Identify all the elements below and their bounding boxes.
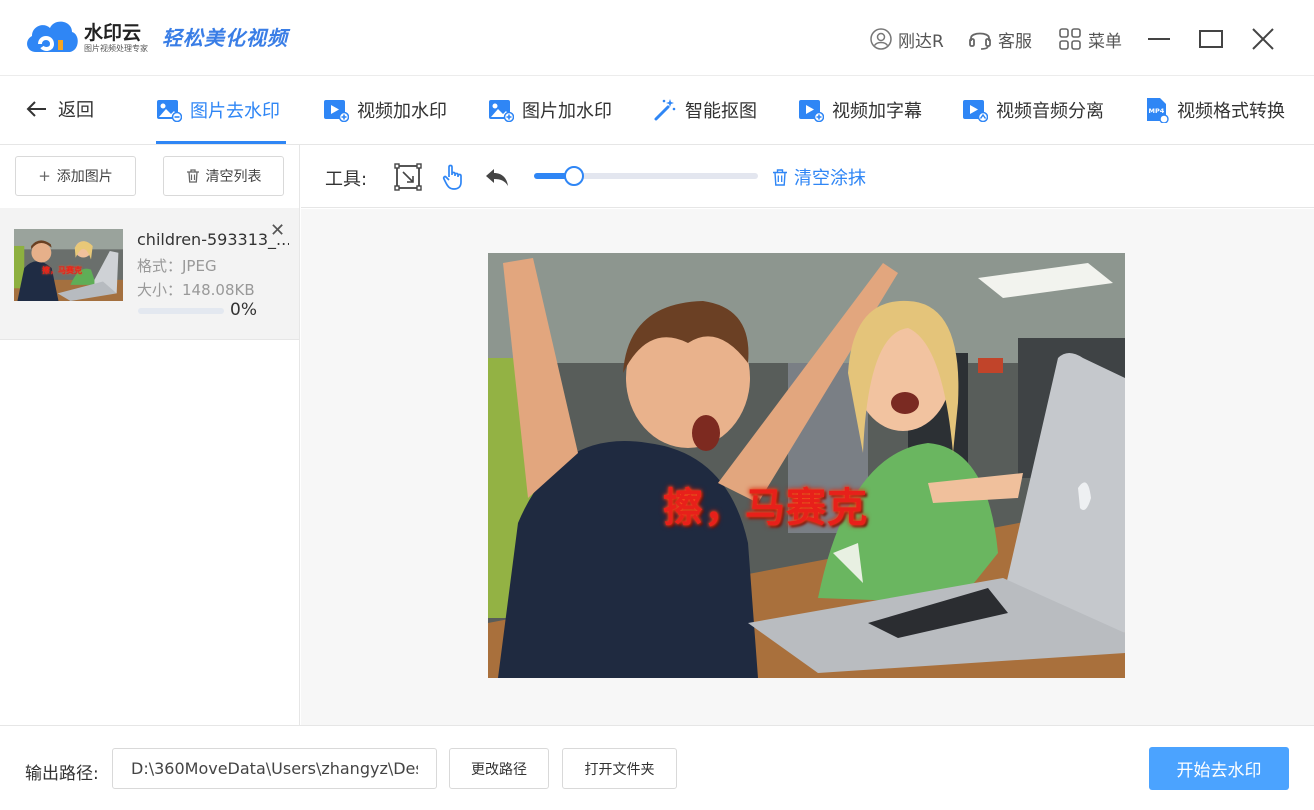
tab-label: 图片去水印 [190, 101, 280, 122]
file-format: 格式：JPEG [137, 257, 217, 275]
video-subtitle-icon [799, 100, 824, 122]
remove-file-icon[interactable]: ✕ [270, 220, 285, 241]
back-button[interactable]: 返回 [26, 96, 94, 122]
file-progress-text: 0% [230, 300, 257, 320]
tab-label: 图片加水印 [522, 101, 612, 122]
tab-label: 视频音频分离 [996, 101, 1104, 122]
active-tab-indicator [156, 141, 286, 144]
clear-list-label: 清空列表 [205, 169, 262, 185]
user-icon [870, 28, 892, 50]
trash-icon [186, 169, 199, 183]
tab-image-remove-watermark[interactable]: 图片去水印 [156, 96, 280, 124]
close-icon[interactable] [1248, 24, 1278, 54]
selection-box-icon[interactable] [394, 163, 422, 191]
file-thumbnail: 擦，马赛克 [14, 229, 123, 301]
tab-label: 视频加水印 [357, 101, 447, 122]
file-list-panel: + 添加图片 清空列表 擦，马赛克 children-593313_... 格式… [0, 145, 300, 725]
output-bar: 输出路径: 更改路径 打开文件夹 开始去水印 [0, 725, 1314, 810]
tab-video-format-convert[interactable]: MP4 视频格式转换 [1145, 96, 1285, 124]
image-remove-icon [157, 100, 182, 122]
minimize-icon[interactable] [1144, 24, 1174, 54]
feature-tab-bar: 返回 图片去水印 视频加水印 图片加水印 智能抠图 视频加字幕 视频音频分离 M… [0, 76, 1314, 145]
mp4-file-icon: MP4 [1147, 98, 1169, 123]
tab-image-add-watermark[interactable]: 图片加水印 [488, 96, 612, 124]
file-progress-bar [138, 308, 224, 314]
menu-button[interactable]: 菜单 [1058, 25, 1122, 53]
brand-name: 水印云 [84, 22, 142, 44]
output-path-label: 输出路径: [25, 764, 99, 784]
start-remove-watermark-button[interactable]: 开始去水印 [1149, 747, 1289, 790]
output-path-field[interactable] [112, 748, 437, 789]
maximize-icon[interactable] [1196, 24, 1226, 54]
svg-text:MP4: MP4 [1149, 107, 1165, 115]
tab-video-subtitle[interactable]: 视频加字幕 [798, 96, 922, 124]
cloud-logo-icon [27, 21, 78, 52]
add-image-label: 添加图片 [56, 169, 113, 185]
add-image-button[interactable]: + 添加图片 [15, 156, 136, 196]
video-audio-icon [963, 100, 988, 122]
change-path-button[interactable]: 更改路径 [449, 748, 549, 789]
headset-icon [969, 32, 991, 50]
service-label: 客服 [998, 31, 1032, 52]
preview-image[interactable]: 擦，马赛克 [488, 253, 1125, 678]
hand-pointer-icon[interactable] [440, 163, 468, 191]
tools-label: 工具: [325, 169, 368, 190]
editing-canvas: 擦，马赛克 [301, 209, 1314, 725]
brush-size-slider-knob[interactable] [564, 166, 585, 186]
image-add-icon [489, 100, 514, 122]
tab-video-audio-split[interactable]: 视频音频分离 [962, 96, 1104, 124]
slogan: 轻松美化视频 [162, 26, 288, 50]
trash-icon [773, 168, 787, 186]
tab-label: 视频加字幕 [832, 101, 922, 122]
tab-label: 视频格式转换 [1177, 101, 1285, 122]
menu-label: 菜单 [1088, 31, 1122, 52]
clear-smear-button[interactable]: 清空涂抹 [772, 164, 866, 190]
brand-subtitle: 图片视频处理专家 [84, 44, 148, 53]
magic-wand-icon [654, 99, 676, 121]
tab-label: 智能抠图 [685, 101, 757, 122]
file-size: 大小：148.08KB [137, 281, 255, 299]
brush-size-slider[interactable] [534, 166, 758, 186]
clear-smear-label: 清空涂抹 [794, 168, 866, 189]
title-bar: 水印云 图片视频处理专家 轻松美化视频 刚达R 客服 菜单 [0, 0, 1314, 76]
customer-service[interactable]: 客服 [968, 25, 1032, 53]
video-add-icon [324, 100, 349, 122]
user-name: 刚达R [898, 31, 944, 52]
user-account[interactable]: 刚达R [870, 25, 944, 53]
plus-icon: + [38, 167, 51, 185]
open-folder-button[interactable]: 打开文件夹 [562, 748, 677, 789]
list-item[interactable]: 擦，马赛克 children-593313_... 格式：JPEG 大小：148… [0, 208, 299, 340]
tab-smart-cutout[interactable]: 智能抠图 [653, 96, 757, 124]
undo-icon[interactable] [483, 163, 511, 191]
tools-bar: 工具: 清空涂抹 [301, 145, 1314, 208]
watermark-text: 擦，马赛克 [663, 485, 868, 531]
thumbnail-watermark-text: 擦，马赛克 [42, 266, 82, 275]
tab-video-add-watermark[interactable]: 视频加水印 [323, 96, 447, 124]
clear-list-button[interactable]: 清空列表 [163, 156, 284, 196]
arrow-left-icon [26, 101, 46, 117]
back-label: 返回 [58, 100, 94, 121]
grid-menu-icon [1059, 28, 1081, 50]
file-name: children-593313_... [137, 230, 289, 249]
